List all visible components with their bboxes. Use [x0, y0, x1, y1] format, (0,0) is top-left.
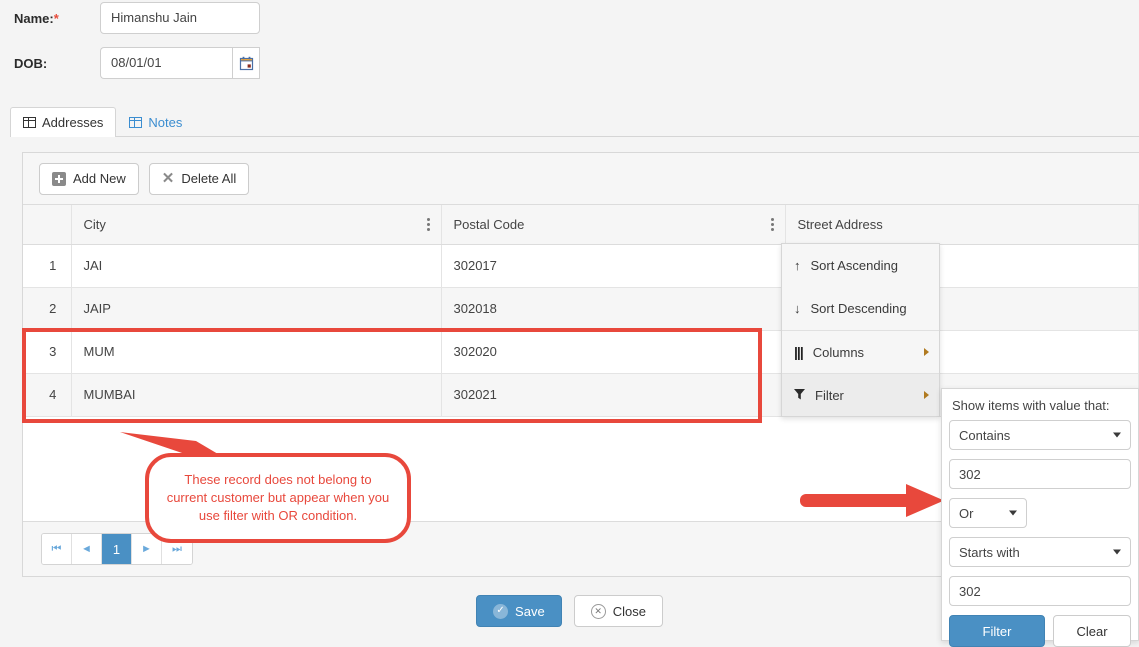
filter-clear-button[interactable]: Clear [1053, 615, 1131, 647]
save-button[interactable]: ✓ Save [476, 595, 562, 627]
cell-postal-code: 302018 [441, 287, 786, 331]
check-circle-icon: ✓ [493, 603, 509, 619]
menu-item-sort-ascending-label: Sort Ascending [810, 258, 898, 273]
grid-icon [129, 116, 143, 128]
menu-item-sort-descending[interactable]: ↓ Sort Descending [782, 287, 939, 330]
save-label: Save [515, 603, 545, 619]
callout-text: These record does not belong to current … [166, 472, 390, 523]
filter-operator-2-value: Starts with [959, 544, 1020, 560]
pager-prev-button[interactable]: ◄ [72, 534, 102, 564]
column-header-street-address[interactable]: Street Address [785, 205, 1139, 245]
grid-icon [23, 117, 36, 128]
callout-annotation: These record does not belong to current … [145, 453, 411, 543]
name-form-row: Name:* Himanshu Jain [0, 2, 260, 34]
table-row[interactable]: 1 JAI 302017 [23, 244, 1139, 288]
name-input[interactable]: Himanshu Jain [100, 2, 260, 34]
close-label: Close [612, 603, 646, 619]
dob-label: DOB: [14, 55, 48, 71]
dob-input[interactable]: 08/01/01 [100, 47, 232, 79]
menu-item-columns-label: Columns [812, 344, 865, 360]
tab-notes-label: Notes [148, 114, 183, 130]
chevron-down-icon [1113, 549, 1121, 555]
tab-addresses[interactable]: Addresses [10, 107, 117, 137]
delete-all-label: Delete All [181, 171, 237, 186]
pager-first-button[interactable]: ⏮ [42, 534, 72, 564]
filter-operator-1-value: Contains [959, 427, 1011, 443]
filter-panel: Show items with value that: Contains 302… [941, 388, 1139, 647]
columns-icon: ||| [794, 344, 804, 360]
delete-all-button[interactable]: ✕ Delete All [148, 162, 250, 195]
column-header-postal-code-label: Postal Code [453, 216, 525, 232]
postal-code-column-menu-icon[interactable] [770, 216, 775, 232]
column-header-rownum [23, 205, 72, 245]
city-column-menu-icon[interactable] [426, 216, 431, 232]
arrow-down-icon: ↓ [794, 301, 801, 316]
filter-operator-2-select[interactable]: Starts with [949, 537, 1131, 567]
cell-postal-code: 302020 [441, 330, 786, 374]
cell-city: JAIP [71, 287, 442, 331]
chevron-down-icon [1009, 510, 1017, 516]
funnel-icon [794, 388, 805, 403]
menu-item-filter[interactable]: Filter [782, 373, 939, 416]
filter-logic-select[interactable]: Or [949, 498, 1027, 528]
chevron-right-icon [924, 348, 929, 356]
add-new-label: Add New [73, 171, 126, 186]
close-x-icon: ✕ [161, 170, 175, 187]
add-new-button[interactable]: Add New [39, 162, 139, 195]
menu-item-filter-label: Filter [815, 387, 844, 403]
column-header-city[interactable]: City [71, 205, 442, 245]
filter-value-1-input[interactable]: 302 [949, 459, 1131, 489]
filter-value-2-input[interactable]: 302 [949, 576, 1131, 606]
pager-page-1[interactable]: 1 [102, 534, 132, 564]
grid-toolbar: Add New ✕ Delete All [23, 153, 1139, 205]
menu-item-sort-ascending[interactable]: ↑ Sort Ascending [782, 244, 939, 287]
column-context-menu: ↑ Sort Ascending ↓ Sort Descending ||| C… [781, 243, 940, 417]
addresses-table: City Postal Code Street Address 1 JAI 30… [23, 205, 1139, 417]
cell-postal-code: 302017 [441, 244, 786, 288]
cell-postal-code: 302021 [441, 373, 786, 417]
filter-panel-actions: Filter Clear [949, 615, 1131, 647]
cell-city: MUM [71, 330, 442, 374]
row-number: 3 [23, 330, 72, 374]
filter-logic-value: Or [959, 505, 974, 521]
table-row[interactable]: 3 MUM 302020 [23, 330, 1139, 374]
calendar-icon[interactable] [232, 47, 260, 79]
row-number: 4 [23, 373, 72, 417]
dob-form-row: DOB: 08/01/01 [0, 47, 260, 79]
close-circle-icon: ✕ [590, 603, 606, 619]
cell-city: JAI [71, 244, 442, 288]
tab-notes[interactable]: Notes [116, 107, 195, 136]
menu-item-columns[interactable]: ||| Columns [782, 330, 939, 373]
filter-operator-1-select[interactable]: Contains [949, 420, 1131, 450]
required-asterisk: * [53, 10, 59, 26]
tab-addresses-label: Addresses [42, 115, 104, 130]
column-header-postal-code[interactable]: Postal Code [441, 205, 786, 245]
row-number: 2 [23, 287, 72, 331]
tabstrip: Addresses Notes [10, 107, 1139, 137]
table-row[interactable]: 2 JAIP 302018 [23, 287, 1139, 331]
name-label: Name:* [14, 10, 59, 26]
menu-item-sort-descending-label: Sort Descending [810, 301, 907, 316]
table-header-row: City Postal Code Street Address [23, 205, 1139, 245]
arrow-up-icon: ↑ [794, 258, 801, 273]
cell-city: MUMBAI [71, 373, 442, 417]
plus-square-icon [52, 171, 66, 186]
filter-panel-title: Show items with value that: [952, 398, 1110, 413]
filter-apply-button[interactable]: Filter [949, 615, 1045, 647]
column-header-city-label: City [83, 216, 106, 232]
chevron-down-icon [1113, 432, 1121, 438]
column-header-street-address-label: Street Address [797, 216, 883, 232]
chevron-right-icon [924, 391, 929, 399]
close-button[interactable]: ✕ Close [573, 595, 663, 627]
row-number: 1 [23, 244, 72, 288]
